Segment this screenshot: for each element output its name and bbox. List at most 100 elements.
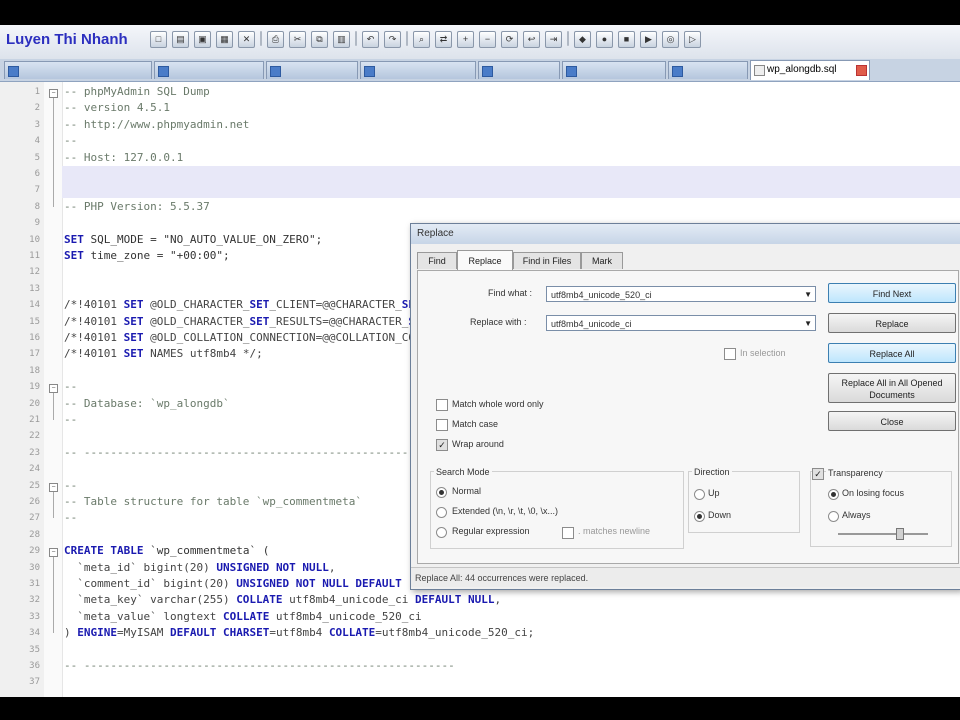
tab-find-in-files[interactable]: Find in Files [513, 252, 581, 269]
fold-line [53, 393, 54, 420]
file-tab[interactable] [154, 61, 264, 79]
code-line[interactable]: -- -------------------------------------… [64, 659, 455, 672]
line-number: 18 [29, 365, 40, 376]
find-what-combo[interactable]: utf8mb4_unicode_520_ci ▼ [546, 286, 816, 302]
file-tab[interactable] [4, 61, 152, 79]
redo-icon[interactable]: ↷ [384, 31, 401, 48]
macro-icon[interactable]: ◎ [662, 31, 679, 48]
replace-all-button[interactable]: Replace All [828, 343, 956, 363]
code-line[interactable]: -- phpMyAdmin SQL Dump [64, 85, 210, 98]
record-icon[interactable]: ● [596, 31, 613, 48]
transparency-slider[interactable] [838, 533, 928, 535]
on-losing-focus-radio[interactable] [828, 489, 839, 500]
file-tab[interactable] [668, 61, 748, 79]
dot-newline-label: . matches newline [578, 526, 651, 536]
replace-button[interactable]: Replace [828, 313, 956, 333]
line-number-gutter: 1 2 3 4 5 6 7 8 9 10 11 12 13 14 15 16 17 18 19 20 21 22 23 24 2… [0, 82, 45, 697]
main-toolbar: Luyen Thi Nhanh □ ▤ ▣ ▦ ✕ ⎙ ✂ ⧉ ▥ ↶ ↷ ⌕ ⇄ + − ⟳ ↩ ⇥ ◆ ● ■ ▶ ◎ ▷ [0, 25, 960, 60]
line-number: 23 [29, 447, 40, 458]
paste-icon[interactable]: ▥ [333, 31, 350, 48]
file-tab[interactable] [478, 61, 560, 79]
chevron-down-icon[interactable]: ▼ [804, 316, 812, 332]
sync-icon[interactable]: ⟳ [501, 31, 518, 48]
code-line[interactable]: `meta_id` bigint(20) UNSIGNED NOT NULL, [64, 561, 335, 574]
code-line[interactable]: `meta_key` varchar(255) COLLATE utf8mb4_… [64, 593, 501, 606]
play-icon[interactable]: ▶ [640, 31, 657, 48]
code-line[interactable]: SET SQL_MODE = "NO_AUTO_VALUE_ON_ZERO"; [64, 233, 322, 246]
down-radio[interactable] [694, 511, 705, 522]
match-case-checkbox[interactable] [436, 419, 448, 431]
code-line[interactable]: SET time_zone = "+00:00"; [64, 249, 230, 262]
fold-toggle-icon[interactable]: − [49, 482, 58, 492]
code-line[interactable]: -- [64, 479, 77, 492]
chevron-down-icon[interactable]: ▼ [804, 287, 812, 303]
wrap-icon[interactable]: ↩ [523, 31, 540, 48]
new-file-icon[interactable]: □ [150, 31, 167, 48]
direction-title: Direction [692, 467, 732, 477]
tab-replace[interactable]: Replace [457, 250, 513, 271]
code-line[interactable]: CREATE TABLE `wp_commentmeta` ( [64, 544, 269, 557]
run-icon[interactable]: ▷ [684, 31, 701, 48]
up-radio[interactable] [694, 489, 705, 500]
fold-margin[interactable]: − − − − [44, 82, 63, 697]
wrap-around-checkbox[interactable]: ✓ [436, 439, 448, 451]
cut-icon[interactable]: ✂ [289, 31, 306, 48]
code-line[interactable]: -- PHP Version: 5.5.37 [64, 200, 210, 213]
code-line[interactable]: -- [64, 511, 77, 524]
replace-all-in-opened-button[interactable]: Replace All in All Opened Documents [828, 373, 956, 403]
code-line[interactable]: -- [64, 380, 77, 393]
code-line[interactable]: `comment_id` bigint(20) UNSIGNED NOT NUL… [64, 577, 435, 590]
transparency-checkbox[interactable]: ✓ [812, 468, 824, 480]
slider-handle[interactable] [896, 528, 904, 540]
code-line[interactable]: /*!40101 SET NAMES utf8mb4 */; [64, 347, 263, 360]
replace-with-combo[interactable]: utf8mb4_unicode_ci ▼ [546, 315, 816, 331]
dot-newline-checkbox[interactable] [562, 527, 574, 539]
tab-find[interactable]: Find [417, 252, 457, 269]
replace-icon[interactable]: ⇄ [435, 31, 452, 48]
file-tab[interactable] [562, 61, 666, 79]
normal-radio[interactable] [436, 487, 447, 498]
code-line[interactable]: -- Database: `wp_alongdb` [64, 397, 230, 410]
zoom-out-icon[interactable]: − [479, 31, 496, 48]
code-line[interactable]: -- Host: 127.0.0.1 [64, 151, 183, 164]
code-line[interactable]: -- version 4.5.1 [64, 101, 170, 114]
find-icon[interactable]: ⌕ [413, 31, 430, 48]
code-line[interactable]: -- -------------------------------------… [64, 446, 455, 459]
tab-mark[interactable]: Mark [581, 252, 623, 269]
code-line[interactable]: ) ENGINE=MyISAM DEFAULT CHARSET=utf8mb4 … [64, 626, 534, 639]
bookmark-icon[interactable]: ◆ [574, 31, 591, 48]
line-number: 33 [29, 611, 40, 622]
find-next-button[interactable]: Find Next [828, 283, 956, 303]
zoom-in-icon[interactable]: + [457, 31, 474, 48]
code-line[interactable]: -- [64, 413, 77, 426]
code-line[interactable]: `meta_value` longtext COLLATE utf8mb4_un… [64, 610, 421, 623]
fold-toggle-icon[interactable]: − [49, 89, 58, 98]
dialog-title: Replace [411, 224, 960, 244]
match-whole-word-label: Match whole word only [452, 399, 544, 409]
code-line[interactable]: -- Table structure for table `wp_comment… [64, 495, 362, 508]
indent-icon[interactable]: ⇥ [545, 31, 562, 48]
replace-with-label: Replace with : [470, 317, 527, 327]
fold-toggle-icon[interactable]: − [49, 548, 58, 558]
stop-icon[interactable]: ■ [618, 31, 635, 48]
file-tab-active[interactable]: wp_alongdb.sql [750, 60, 870, 80]
always-radio[interactable] [828, 511, 839, 522]
copy-icon[interactable]: ⧉ [311, 31, 328, 48]
undo-icon[interactable]: ↶ [362, 31, 379, 48]
file-tab[interactable] [360, 61, 476, 79]
match-whole-word-checkbox[interactable] [436, 399, 448, 411]
code-line[interactable]: -- http://www.phpmyadmin.net [64, 118, 249, 131]
fold-toggle-icon[interactable]: − [49, 384, 58, 394]
close-icon[interactable] [856, 65, 867, 76]
code-line[interactable]: -- [64, 134, 77, 147]
file-tab[interactable] [266, 61, 358, 79]
print-icon[interactable]: ⎙ [267, 31, 284, 48]
close-button[interactable]: Close [828, 411, 956, 431]
extended-radio[interactable] [436, 507, 447, 518]
save-all-icon[interactable]: ▦ [216, 31, 233, 48]
close-icon[interactable]: ✕ [238, 31, 255, 48]
regex-radio[interactable] [436, 527, 447, 538]
in-selection-checkbox[interactable] [724, 348, 736, 360]
save-icon[interactable]: ▣ [194, 31, 211, 48]
open-file-icon[interactable]: ▤ [172, 31, 189, 48]
